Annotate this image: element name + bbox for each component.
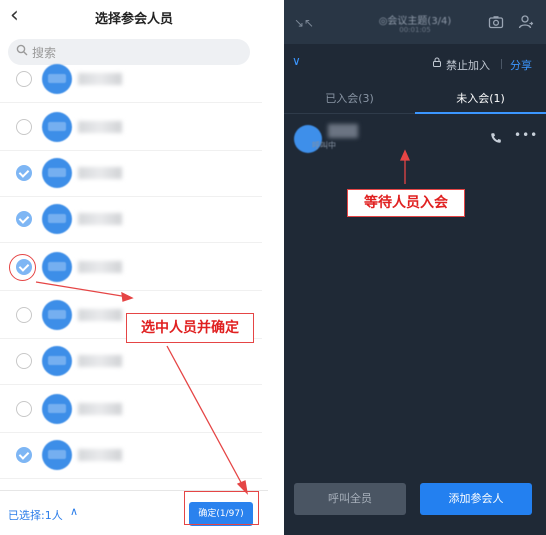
annotation-wait-join: 等待人员入会 (347, 189, 465, 217)
checkbox[interactable] (16, 401, 32, 417)
contact-name (78, 121, 122, 133)
avatar (42, 440, 72, 470)
contact-name (78, 213, 122, 225)
avatar (42, 252, 72, 282)
list-item[interactable] (0, 104, 262, 151)
contact-name (78, 403, 122, 415)
chevron-down-icon[interactable]: ∨ (292, 54, 301, 68)
checkbox[interactable] (16, 353, 32, 369)
checkbox[interactable] (16, 307, 32, 323)
contact-name (78, 167, 122, 179)
avatar (42, 300, 72, 330)
phone-icon[interactable] (490, 132, 502, 144)
divider (501, 59, 502, 69)
meeting-header: ↘↖ ◎会议主题(3/4) 00:01:05 (284, 0, 546, 44)
add-participant-button[interactable]: 添加参会人 (420, 483, 532, 515)
list-item[interactable] (0, 432, 262, 479)
lock-icon (433, 57, 441, 67)
checkbox[interactable] (16, 119, 32, 135)
contact-name (78, 355, 122, 367)
camera-icon[interactable] (488, 14, 504, 30)
user-switch-icon[interactable] (518, 14, 534, 30)
avatar (42, 112, 72, 142)
tab-not-joined[interactable]: 未入会(1) (415, 90, 546, 106)
top-bar: ‹ 选择参会人员 (0, 0, 268, 36)
avatar (42, 64, 72, 94)
chevron-up-icon[interactable]: ∧ (70, 505, 78, 518)
annotation-circle (9, 254, 36, 281)
list-item[interactable] (0, 244, 262, 291)
search-icon (16, 44, 28, 56)
page-title: 选择参会人员 (94, 12, 173, 27)
list-item[interactable] (0, 150, 262, 197)
contact-name (78, 73, 122, 85)
meeting-title: ◎会议主题(3/4) (378, 16, 452, 27)
avatar (42, 394, 72, 424)
meeting-duration: 00:01:05 (399, 26, 431, 34)
list-item[interactable] (0, 386, 262, 433)
selected-count[interactable]: 已选择:1人 (8, 507, 63, 523)
active-tab-indicator (415, 112, 546, 114)
share-button[interactable]: 分享 (510, 57, 532, 73)
contact-name (78, 309, 122, 321)
contact-name (78, 449, 122, 461)
participant-name (328, 124, 358, 138)
avatar (42, 204, 72, 234)
avatar (42, 158, 72, 188)
checkbox-checked[interactable] (16, 447, 32, 463)
call-all-button[interactable]: 呼叫全员 (294, 483, 406, 515)
checkbox-checked[interactable] (16, 211, 32, 227)
forbid-join-toggle[interactable]: 禁止加入 (446, 57, 490, 73)
annotation-select-and-confirm: 选中人员并确定 (126, 313, 254, 343)
participant-picker-panel: ‹ 选择参会人员 搜索 已选择:1人 ∧ 确定(1/97) (0, 0, 268, 535)
annotation-box (184, 491, 259, 525)
list-item[interactable] (0, 56, 262, 103)
checkbox[interactable] (16, 71, 32, 87)
list-item[interactable] (0, 196, 262, 243)
list-item[interactable] (0, 338, 262, 385)
more-icon[interactable]: ••• (514, 128, 538, 142)
participant-status: 呼叫中 (312, 141, 336, 150)
contact-name (78, 261, 122, 273)
checkbox-checked[interactable] (16, 165, 32, 181)
avatar (42, 346, 72, 376)
tab-joined[interactable]: 已入会(3) (284, 90, 415, 106)
meeting-members-panel: ↘↖ ◎会议主题(3/4) 00:01:05 ∨ 禁止加入 分享 已入会(3) … (284, 0, 546, 535)
